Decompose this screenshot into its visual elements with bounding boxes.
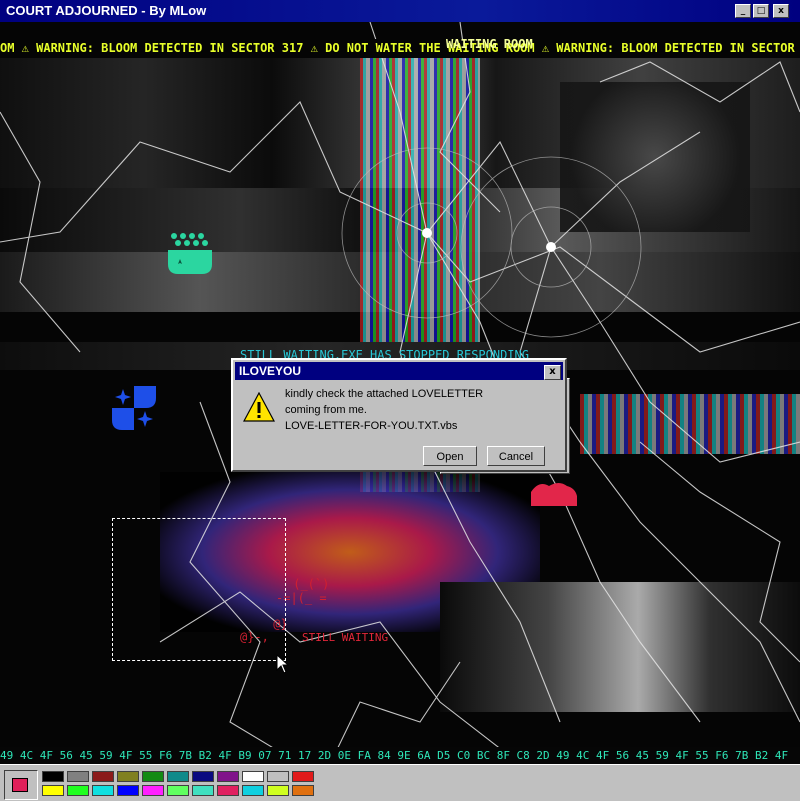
color-swatch[interactable] xyxy=(142,785,164,796)
color-swatch[interactable] xyxy=(42,771,64,782)
hex-dump: 49 4C 4F 56 45 59 4F 55 F6 7B B2 4F B9 0… xyxy=(0,747,800,764)
color-swatch[interactable] xyxy=(217,785,239,796)
close-button[interactable]: x xyxy=(773,4,789,18)
dialog-message: kindly check the attached LOVELETTER com… xyxy=(285,386,483,434)
color-swatch[interactable] xyxy=(92,785,114,796)
color-swatch[interactable] xyxy=(117,771,139,782)
ticker-text: OM ⚠ WARNING: BLOOM DETECTED IN SECTOR 3… xyxy=(0,41,795,55)
window-title: COURT ADJOURNED - By MLow xyxy=(6,3,207,18)
warning-ticker: OM ⚠ WARNING: BLOOM DETECTED IN SECTOR 3… xyxy=(0,39,800,58)
ascii-art-line: (_(`) xyxy=(286,577,330,591)
color-swatch[interactable] xyxy=(117,785,139,796)
color-swatch[interactable] xyxy=(167,785,189,796)
color-swatch[interactable] xyxy=(267,785,289,796)
color-swatch[interactable] xyxy=(67,785,89,796)
color-swatch[interactable] xyxy=(292,771,314,782)
color-swatch[interactable] xyxy=(192,785,214,796)
message-line: LOVE-LETTER-FOR-YOU.TXT.vbs xyxy=(285,420,458,432)
color-swatch[interactable] xyxy=(242,785,264,796)
color-swatch[interactable] xyxy=(217,771,239,782)
current-color-box[interactable] xyxy=(4,770,38,800)
maximize-button[interactable]: □ xyxy=(753,4,769,18)
selection-marquee[interactable] xyxy=(112,518,286,661)
red-blob-icon[interactable] xyxy=(531,480,577,506)
color-swatch[interactable] xyxy=(67,771,89,782)
message-line: kindly check the attached LOVELETTER xyxy=(285,388,484,400)
message-line: coming from me. xyxy=(285,404,367,416)
color-swatch[interactable] xyxy=(167,771,189,782)
color-swatch[interactable] xyxy=(92,771,114,782)
warning-icon xyxy=(242,391,276,422)
color-swatch[interactable] xyxy=(267,771,289,782)
color-swatch[interactable] xyxy=(192,771,214,782)
cancel-button[interactable]: Cancel xyxy=(487,446,545,466)
current-color-swatch xyxy=(12,778,28,792)
teal-blob-icon[interactable] xyxy=(168,232,212,274)
dialog-close-button[interactable]: x xyxy=(544,365,561,380)
color-swatch[interactable] xyxy=(292,785,314,796)
iloveyou-dialog[interactable]: ILOVEYOU x kindly check the attached LOV… xyxy=(231,358,567,472)
window-title-bar[interactable]: COURT ADJOURNED - By MLow _ □ x xyxy=(0,0,800,22)
color-swatch[interactable] xyxy=(42,785,64,796)
open-button[interactable]: Open xyxy=(423,446,477,466)
mouse-cursor-icon xyxy=(276,653,290,674)
blue-sparkle-icon[interactable] xyxy=(112,386,156,430)
ticker-ghost-text: WAITING ROOM xyxy=(446,39,533,51)
color-swatch[interactable] xyxy=(142,771,164,782)
dialog-title[interactable]: ILOVEYOU xyxy=(235,362,563,380)
color-palette xyxy=(0,764,800,801)
color-swatch[interactable] xyxy=(242,771,264,782)
still-waiting-text: STILL WAITING xyxy=(302,631,389,644)
minimize-button[interactable]: _ xyxy=(735,4,751,18)
